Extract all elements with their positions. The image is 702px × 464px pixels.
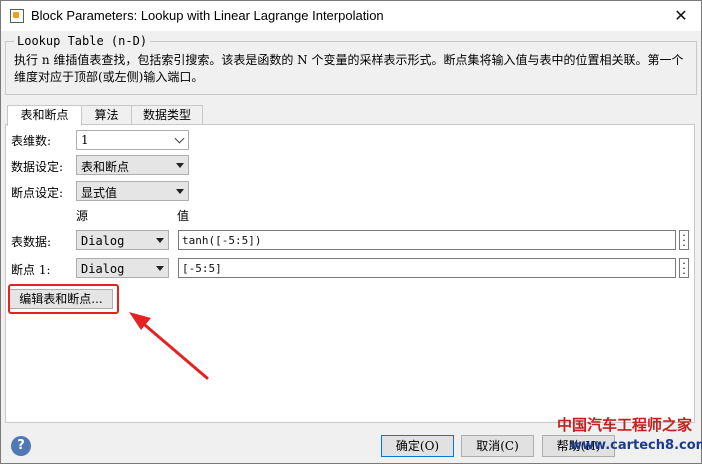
table-data-input[interactable]: tanh([-5:5])	[178, 230, 676, 250]
cancel-button[interactable]: 取消(C)	[461, 435, 534, 457]
dims-value: 1	[81, 133, 89, 147]
block-description: 执行 n 维插值表查找，包括索引搜索。该表是函数的 N 个变量的采样表示形式。断…	[14, 53, 684, 84]
tab-algorithm[interactable]: 算法	[81, 105, 132, 125]
ok-button[interactable]: 确定(O)	[381, 435, 454, 457]
dims-label: 表维数:	[11, 134, 52, 148]
tab-table-breakpoints[interactable]: 表和断点	[7, 105, 82, 126]
dropdown-arrow-icon	[176, 163, 184, 168]
dropdown-arrow-icon	[176, 189, 184, 194]
bp-spec-value: 显式值	[81, 186, 118, 200]
window-title: Block Parameters: Lookup with Linear Lag…	[31, 8, 384, 23]
table-data-source-value: Dialog	[81, 234, 125, 248]
dropdown-arrow-icon	[156, 238, 164, 243]
more-options-icon[interactable]: · · ·	[679, 230, 689, 251]
table-data-source-select[interactable]: Dialog	[76, 230, 169, 250]
column-value-header: 值	[177, 209, 190, 223]
dims-select[interactable]: 1	[76, 130, 189, 150]
bp1-value: [-5:5]	[182, 262, 222, 275]
tab-data-types[interactable]: 数据类型	[131, 105, 203, 125]
chevron-down-icon	[174, 133, 185, 144]
group-legend: Lookup Table (n-D)	[14, 34, 151, 48]
watermark-text: 中国汽车工程师之家	[557, 416, 693, 434]
dropdown-arrow-icon	[156, 266, 164, 271]
table-data-value: tanh([-5:5])	[182, 234, 262, 247]
bp1-source-select[interactable]: Dialog	[76, 258, 169, 278]
dialog-window: Block Parameters: Lookup with Linear Lag…	[0, 0, 702, 464]
close-icon[interactable]: ✕	[661, 1, 701, 31]
highlight-box	[8, 284, 119, 314]
watermark-url: www.cartech8.com	[570, 438, 702, 453]
more-options-icon[interactable]: · · ·	[679, 258, 689, 279]
bp1-label: 断点 1:	[11, 263, 51, 277]
data-spec-value: 表和断点	[81, 160, 130, 174]
bp1-input[interactable]: [-5:5]	[178, 258, 676, 278]
tab-panel: 表维数: 1 数据设定: 表和断点 断点设定: 显式值 源 值 表数据: Dia…	[5, 124, 695, 423]
bp1-source-value: Dialog	[81, 262, 125, 276]
column-source-header: 源	[76, 209, 89, 223]
description-group: Lookup Table (n-D) 执行 n 维插值表查找，包括索引搜索。该表…	[5, 34, 697, 95]
data-spec-label: 数据设定:	[11, 160, 64, 174]
table-data-label: 表数据:	[11, 235, 52, 249]
bp-spec-label: 断点设定:	[11, 186, 64, 200]
app-icon	[10, 9, 24, 23]
bp-spec-select[interactable]: 显式值	[76, 181, 189, 201]
annotation-arrow-icon	[129, 312, 209, 380]
help-icon[interactable]: ?	[11, 436, 31, 456]
title-bar: Block Parameters: Lookup with Linear Lag…	[1, 1, 701, 31]
data-spec-select[interactable]: 表和断点	[76, 155, 189, 175]
